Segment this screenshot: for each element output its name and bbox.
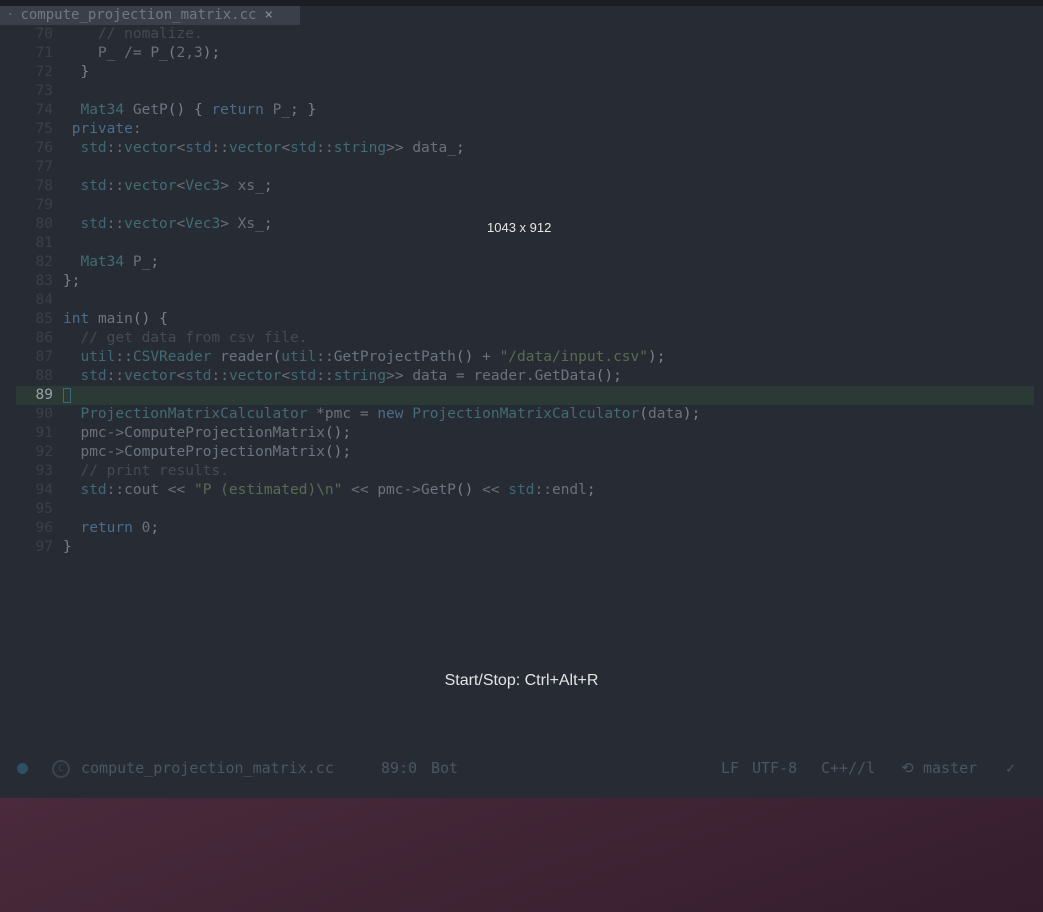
- code-line[interactable]: 85 int main() {: [0, 310, 1043, 329]
- line-code: std::cout << "P (estimated)\n" << pmc->G…: [80, 482, 596, 498]
- code-line[interactable]: 70 // nomalize.: [0, 25, 1043, 44]
- recording-shortcut-hint: Start/Stop: Ctrl+Alt+R: [444, 672, 599, 689]
- line-number: 80: [35, 216, 53, 232]
- status-dot-icon: [17, 763, 28, 774]
- code-line[interactable]: 87 util::CSVReader reader(util::GetProje…: [0, 348, 1043, 367]
- code-line[interactable]: 90 ProjectionMatrixCalculator *pmc = new…: [0, 405, 1043, 424]
- line-number: 94: [35, 482, 53, 498]
- line-number: 86: [35, 330, 53, 346]
- code-line[interactable]: 94 std::cout << "P (estimated)\n" << pmc…: [0, 481, 1043, 500]
- line-number: 87: [35, 349, 53, 365]
- line-number: 79: [35, 197, 53, 213]
- code-line[interactable]: 78 std::vector<Vec3> xs_;: [0, 177, 1043, 196]
- status-bar-gap: [0, 784, 1043, 798]
- cursor-position[interactable]: 89:0: [381, 759, 417, 777]
- code-line[interactable]: 79: [0, 196, 1043, 215]
- code-line[interactable]: 82 Mat34 P_;: [0, 253, 1043, 272]
- line-number: 75: [35, 121, 53, 137]
- line-number: 84: [35, 292, 53, 308]
- code-line[interactable]: 73: [0, 82, 1043, 101]
- line-number: 83: [35, 273, 53, 289]
- line-code: private:: [71, 121, 142, 137]
- line-code: Mat34 GetP() { return P_; }: [80, 102, 317, 118]
- line-code: int main() {: [63, 311, 168, 327]
- git-branch-icon: ⟲: [901, 759, 914, 777]
- line-number: 89: [35, 387, 53, 403]
- code-line[interactable]: 71 P_ /= P_(2,3);: [0, 44, 1043, 63]
- line-number: 82: [35, 254, 53, 270]
- code-line[interactable]: 75 private:: [0, 120, 1043, 139]
- line-code: std::vector<Vec3> xs_;: [80, 178, 273, 194]
- file-encoding[interactable]: UTF-8: [752, 759, 797, 777]
- line-code: P_ /= P_(2,3);: [97, 45, 221, 61]
- code-line[interactable]: 77: [0, 158, 1043, 177]
- line-number: 91: [35, 425, 53, 441]
- code-line[interactable]: 89: [16, 386, 1034, 405]
- line-number: 74: [35, 102, 53, 118]
- close-icon[interactable]: ×: [264, 7, 272, 23]
- code-line[interactable]: 95: [0, 500, 1043, 519]
- line-code: return 0;: [80, 520, 160, 536]
- line-code: }: [80, 64, 90, 80]
- tab-title: compute_projection_matrix.cc: [20, 7, 257, 23]
- code-line[interactable]: 96 return 0;: [0, 519, 1043, 538]
- code-line[interactable]: 93 // print results.: [0, 462, 1043, 481]
- line-code: }: [63, 539, 72, 555]
- line-number: 93: [35, 463, 53, 479]
- line-code: std::vector<Vec3> Xs_;: [80, 216, 273, 232]
- line-code: pmc->ComputeProjectionMatrix();: [80, 444, 352, 460]
- code-line[interactable]: 86 // get data from csv file.: [0, 329, 1043, 348]
- status-bar: C compute_projection_matrix.cc 89:0 Bot …: [0, 752, 1043, 784]
- line-code: std::vector<std::vector<std::string>> da…: [80, 140, 465, 156]
- line-code: // print results.: [80, 463, 229, 479]
- line-code: };: [63, 273, 81, 289]
- editor-tab[interactable]: · compute_projection_matrix.cc ×: [0, 6, 300, 25]
- code-line[interactable]: 91 pmc->ComputeProjectionMatrix();: [0, 424, 1043, 443]
- code-line[interactable]: 88 std::vector<std::vector<std::string>>…: [0, 367, 1043, 386]
- line-code: // get data from csv file.: [80, 330, 308, 346]
- line-number: 78: [35, 178, 53, 194]
- status-filename[interactable]: compute_projection_matrix.cc: [81, 759, 334, 777]
- line-number: 71: [35, 45, 53, 61]
- line-number: 90: [35, 406, 53, 422]
- line-number: 72: [35, 64, 53, 80]
- code-line[interactable]: 92 pmc->ComputeProjectionMatrix();: [0, 443, 1043, 462]
- line-code: std::vector<std::vector<std::string>> da…: [80, 368, 622, 384]
- line-number: 97: [35, 539, 53, 555]
- code-line[interactable]: 72 }: [0, 63, 1043, 82]
- tab-dot-icon: ·: [6, 7, 15, 23]
- line-number: 81: [35, 235, 53, 251]
- scroll-position: Bot: [431, 759, 459, 777]
- code-line[interactable]: 97}: [0, 538, 1043, 557]
- text-cursor: [63, 387, 71, 403]
- code-line[interactable]: 84: [0, 291, 1043, 310]
- line-number: 96: [35, 520, 53, 536]
- line-code: pmc->ComputeProjectionMatrix();: [80, 425, 352, 441]
- screen-size-label: 1043 x 912: [487, 220, 552, 235]
- line-code: ProjectionMatrixCalculator *pmc = new Pr…: [80, 406, 701, 422]
- code-line[interactable]: 83};: [0, 272, 1043, 291]
- line-number: 92: [35, 444, 53, 460]
- line-code: util::CSVReader reader(util::GetProjectP…: [80, 349, 666, 365]
- code-line[interactable]: 76 std::vector<std::vector<std::string>>…: [0, 139, 1043, 158]
- line-ending[interactable]: LF: [721, 759, 739, 777]
- check-icon: ✓: [1006, 759, 1016, 777]
- line-number: 88: [35, 368, 53, 384]
- code-line[interactable]: 74 Mat34 GetP() { return P_; }: [0, 101, 1043, 120]
- cpp-file-icon: C: [52, 760, 70, 778]
- line-code: // nomalize.: [97, 26, 203, 42]
- line-number: 77: [35, 159, 53, 175]
- line-code: [63, 386, 71, 405]
- line-number: 76: [35, 140, 53, 156]
- line-number: 73: [35, 83, 53, 99]
- desktop-background: [0, 798, 1043, 912]
- git-branch[interactable]: master: [923, 759, 977, 777]
- code-line[interactable]: 81: [0, 234, 1043, 253]
- major-mode[interactable]: C++//l: [821, 759, 875, 777]
- line-number: 70: [35, 26, 53, 42]
- line-number: 95: [35, 501, 53, 517]
- code-editor[interactable]: 70 // nomalize. 71 P_ /= P_(2,3); 72 } 73 74…: [0, 25, 1043, 745]
- line-number: 85: [35, 311, 53, 327]
- line-code: Mat34 P_;: [80, 254, 160, 270]
